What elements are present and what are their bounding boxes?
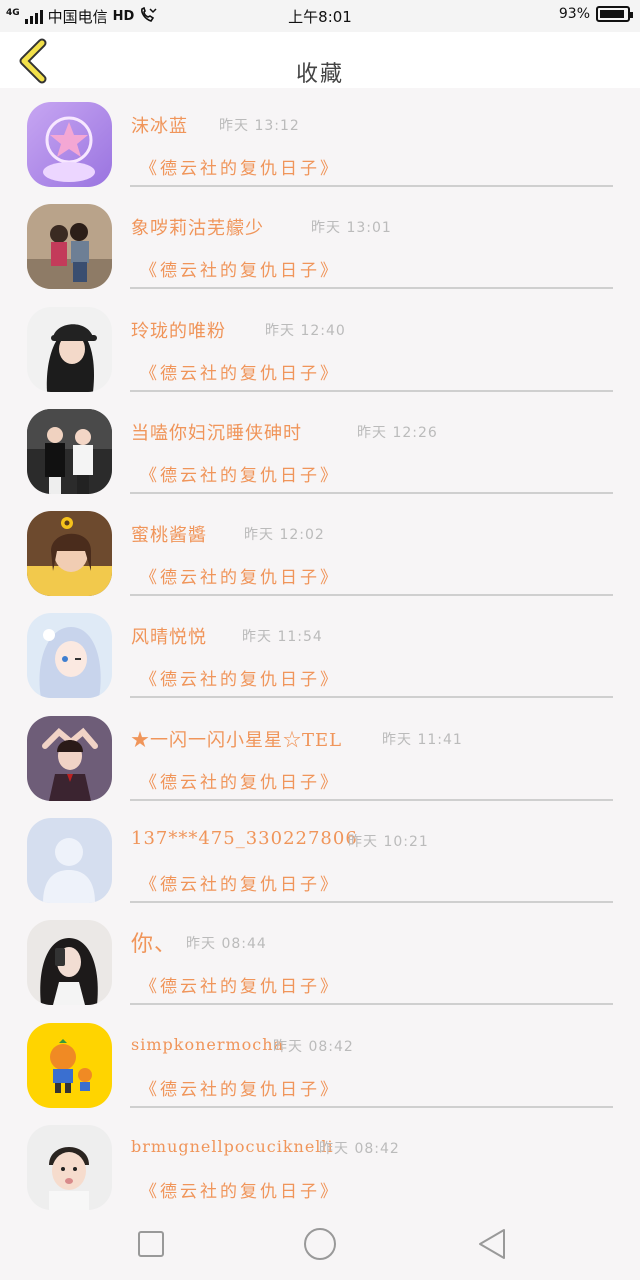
list-item[interactable]: 137***475_330227806 昨天 10:21 《德云社的复仇日子》 xyxy=(0,804,640,906)
story-title[interactable]: 《德云社的复仇日子》 xyxy=(140,461,340,486)
story-title[interactable]: 《德云社的复仇日子》 xyxy=(140,563,340,588)
divider xyxy=(130,185,613,187)
username[interactable]: 沫冰蓝 xyxy=(131,112,188,138)
timestamp: 昨天 08:44 xyxy=(186,936,267,953)
default-user-avatar[interactable] xyxy=(27,818,112,904)
status-time: 上午8:01 xyxy=(288,8,352,26)
page-title: 收藏 xyxy=(295,62,344,87)
divider xyxy=(130,594,613,597)
divider xyxy=(130,389,613,392)
divider xyxy=(130,696,613,699)
username[interactable]: 风晴悦悦 xyxy=(131,623,207,649)
story-title[interactable]: 《德云社的复仇日子》 xyxy=(140,256,340,281)
list-item[interactable]: 象哕莉沽芜艨少 昨天 13:01 《德云社的复仇日子》 xyxy=(0,190,640,292)
username[interactable]: 蜜桃酱醬 xyxy=(131,521,207,547)
list-item[interactable]: 沫冰蓝 昨天 13:12 《德云社的复仇日子》 xyxy=(0,88,640,190)
sailor-moon-avatar[interactable] xyxy=(27,102,112,187)
username[interactable]: 137***475_330227806 xyxy=(131,828,358,849)
list-item[interactable]: simpkonermocha 昨天 08:42 《德云社的复仇日子》 xyxy=(0,1009,640,1111)
timestamp: 昨天 11:54 xyxy=(242,629,323,646)
list-item[interactable]: brmugnellpocuciknelli 昨天 08:42 《德云社的复仇日子… xyxy=(0,1111,640,1213)
username[interactable]: 你、 xyxy=(131,926,177,958)
couple-street-avatar[interactable] xyxy=(27,408,112,494)
story-title[interactable]: 《德云社的复仇日子》 xyxy=(140,768,340,793)
girl-selfie-avatar[interactable] xyxy=(27,920,112,1006)
username[interactable]: simpkonermocha xyxy=(131,1035,284,1054)
status-right: 93% xyxy=(558,6,633,22)
story-title[interactable]: 《德云社的复仇日子》 xyxy=(140,359,340,384)
story-title[interactable]: 《德云社的复仇日子》 xyxy=(140,665,340,690)
girl-portrait-avatar[interactable] xyxy=(27,715,112,801)
story-title[interactable]: 《德云社的复仇日子》 xyxy=(140,154,340,179)
boy-photo-avatar[interactable] xyxy=(27,1124,112,1210)
divider xyxy=(130,901,613,904)
story-title[interactable]: 《德云社的复仇日子》 xyxy=(140,1177,340,1202)
battery-percent: 93% xyxy=(558,6,590,22)
status-bar: 4G 中国电信 HD 上午8:01 93% xyxy=(0,0,640,32)
username[interactable]: 当嗑你妇沉睡侠砷时 xyxy=(131,419,302,445)
header: 收藏 xyxy=(0,32,640,88)
couple-photo-avatar[interactable] xyxy=(27,204,112,290)
timestamp: 昨天 08:42 xyxy=(319,1140,400,1157)
anime-girl-avatar[interactable] xyxy=(27,613,112,699)
system-back-button[interactable] xyxy=(472,1224,512,1264)
timestamp: 昨天 13:01 xyxy=(311,220,392,237)
list-item[interactable]: 风晴悦悦 昨天 11:54 《德云社的复仇日子》 xyxy=(0,599,640,701)
system-navigation-bar xyxy=(0,1210,640,1280)
list-item[interactable]: 玲珑的唯粉 昨天 12:40 《德云社的复仇日子》 xyxy=(0,293,640,395)
story-title[interactable]: 《德云社的复仇日子》 xyxy=(140,1075,340,1100)
circle-icon xyxy=(304,1228,336,1260)
home-button[interactable] xyxy=(300,1224,340,1264)
divider xyxy=(130,1003,613,1006)
username[interactable]: 象哕莉沽芜艨少 xyxy=(131,214,264,240)
username[interactable]: 玲珑的唯粉 xyxy=(131,317,226,343)
timestamp: 昨天 13:12 xyxy=(219,118,300,134)
story-title[interactable]: 《德云社的复仇日子》 xyxy=(140,870,340,895)
list-item[interactable]: 你、 昨天 08:44 《德云社的复仇日子》 xyxy=(0,906,640,1008)
username[interactable]: brmugnellpocuciknelli xyxy=(131,1137,334,1156)
timestamp: 昨天 11:41 xyxy=(382,731,463,748)
cartoon-orange-avatar[interactable] xyxy=(27,1022,112,1108)
square-icon xyxy=(138,1231,164,1257)
story-title[interactable]: 《德云社的复仇日子》 xyxy=(140,972,340,997)
timestamp: 昨天 12:40 xyxy=(265,322,346,339)
divider xyxy=(130,798,613,801)
favorites-list: 沫冰蓝 昨天 13:12 《德云社的复仇日子》 象哕莉沽芜艨少 昨天 13:01… xyxy=(0,88,640,1213)
divider xyxy=(130,1105,613,1108)
divider xyxy=(130,287,613,290)
girl-sunflower-avatar[interactable] xyxy=(27,511,112,597)
battery-icon xyxy=(596,6,633,22)
list-item[interactable]: 蜜桃酱醬 昨天 12:02 《德云社的复仇日子》 xyxy=(0,497,640,599)
list-item[interactable]: ★一闪一闪小星星☆TEL 昨天 11:41 《德云社的复仇日子》 xyxy=(0,702,640,804)
timestamp: 昨天 10:21 xyxy=(348,834,429,851)
username[interactable]: ★一闪一闪小星星☆TEL xyxy=(131,726,342,752)
recent-apps-button[interactable] xyxy=(131,1224,171,1264)
timestamp: 昨天 12:26 xyxy=(357,424,438,441)
triangle-back-icon xyxy=(479,1229,505,1259)
list-item[interactable]: 当嗑你妇沉睡侠砷时 昨天 12:26 《德云社的复仇日子》 xyxy=(0,395,640,497)
timestamp: 昨天 08:42 xyxy=(273,1038,354,1055)
timestamp: 昨天 12:02 xyxy=(244,527,325,544)
girl-cap-avatar[interactable] xyxy=(27,306,112,392)
divider xyxy=(130,491,613,494)
